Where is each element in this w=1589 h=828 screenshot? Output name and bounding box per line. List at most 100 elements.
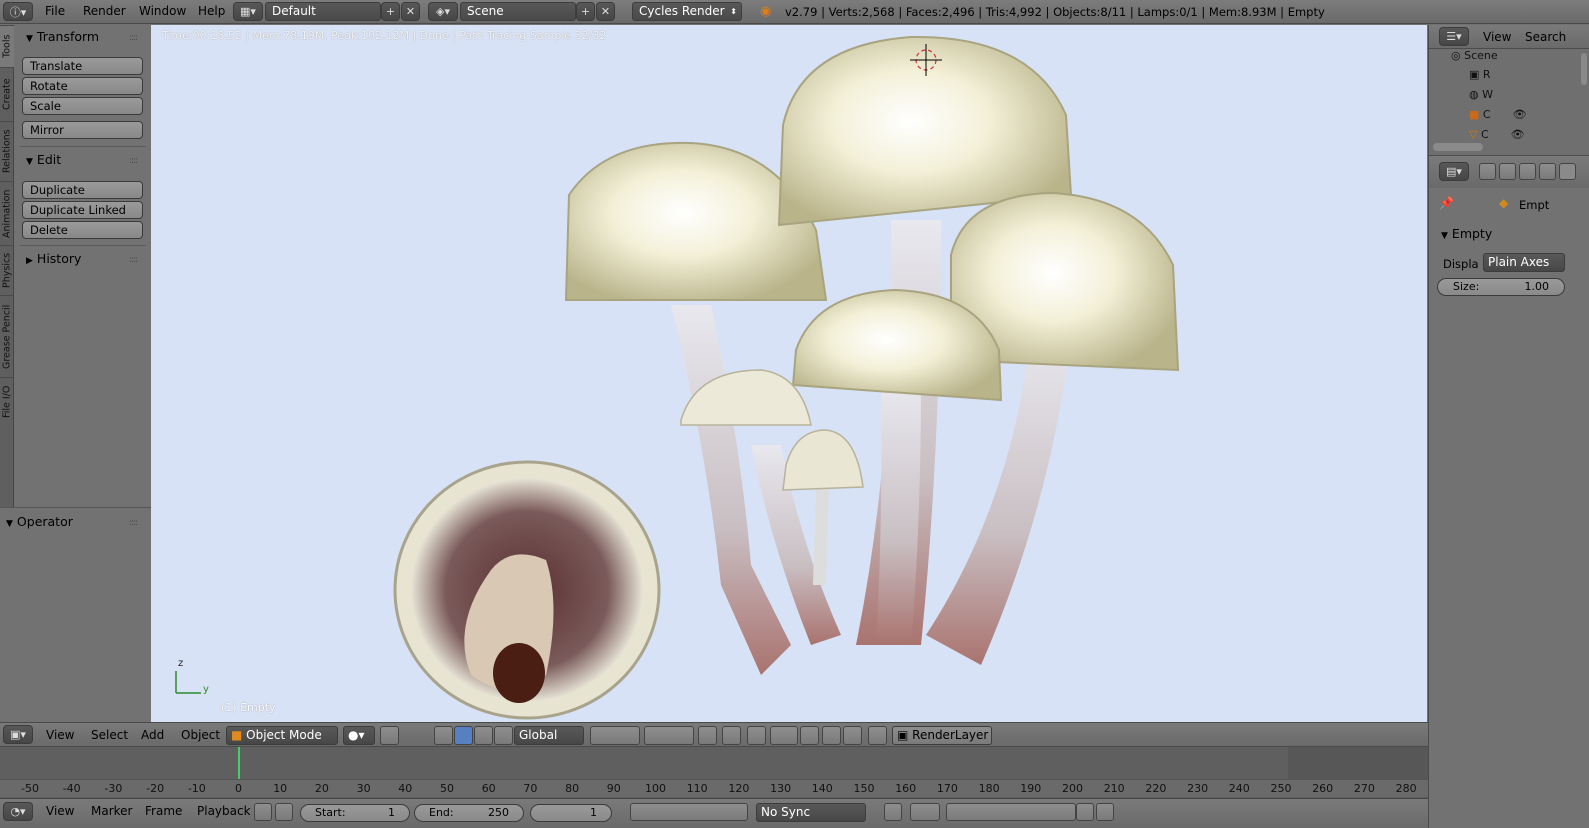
snap-element-icon[interactable] xyxy=(770,726,798,745)
outliner-hscrollbar[interactable] xyxy=(1433,143,1483,151)
outliner-editor-icon[interactable]: ☰▾ xyxy=(1439,27,1469,46)
insert-keyframe-icon[interactable] xyxy=(1076,803,1094,821)
drag-grip-icon[interactable]: :::: xyxy=(129,33,138,43)
tab-grease-pencil[interactable]: Grease Pencil xyxy=(0,295,14,377)
add-layout-icon[interactable]: + xyxy=(381,2,400,21)
drag-grip-icon[interactable]: :::: xyxy=(129,518,138,528)
translate-button[interactable]: Translate xyxy=(22,57,143,75)
menu-help[interactable]: Help xyxy=(198,4,225,18)
menu-render[interactable]: Render xyxy=(83,4,126,18)
outliner-row-cone[interactable]: ▽ C 👁 xyxy=(1469,128,1525,141)
menu-window[interactable]: Window xyxy=(139,4,186,18)
snap-toggle-icon[interactable] xyxy=(747,726,766,745)
lock-icon[interactable] xyxy=(275,803,293,821)
menu-view[interactable]: View xyxy=(46,804,74,818)
drag-grip-icon[interactable]: :::: xyxy=(129,156,138,166)
outliner-search-menu[interactable]: Search xyxy=(1525,30,1566,44)
snap-target-icon[interactable] xyxy=(800,726,819,745)
scene-field[interactable]: Scene xyxy=(460,2,576,21)
menu-marker[interactable]: Marker xyxy=(91,804,132,818)
screen-layout-icon[interactable]: ▦▾ xyxy=(233,2,263,21)
render-layer-dropdown[interactable]: ▣ RenderLayer xyxy=(892,726,992,745)
outliner-vscrollbar[interactable] xyxy=(1581,53,1587,85)
menu-file[interactable]: File xyxy=(45,4,65,18)
delete-scene-icon[interactable]: ✕ xyxy=(596,2,615,21)
data-tab-icon[interactable] xyxy=(1559,163,1576,180)
object-tab-icon[interactable] xyxy=(1539,163,1556,180)
delete-keyframe-icon[interactable] xyxy=(1096,803,1114,821)
scene-tab-icon[interactable] xyxy=(1499,163,1516,180)
tab-relations[interactable]: Relations xyxy=(0,121,14,181)
render-engine-dropdown[interactable]: Cycles Render ⬍ xyxy=(632,2,742,21)
shading-dropdown[interactable]: ●▾ xyxy=(343,726,375,745)
edit-panel-header[interactable]: ▼ Edit xyxy=(26,152,61,167)
empty-panel-header[interactable]: ▼ Empty xyxy=(1441,226,1492,241)
active-keying-set-field[interactable] xyxy=(946,803,1076,821)
duplicate-button[interactable]: Duplicate xyxy=(22,181,143,199)
opengl-render-icon[interactable] xyxy=(822,726,841,745)
outliner-row-world[interactable]: ◍ W xyxy=(1469,88,1493,101)
timeline-editor[interactable]: -50 -40 -30 -20 -10 0 10 20 30 40 50 60 70 80 90 100 110… xyxy=(0,747,1428,799)
record-icon[interactable] xyxy=(884,803,902,821)
pivot-icon[interactable] xyxy=(380,726,399,745)
menu-view[interactable]: View xyxy=(46,728,74,742)
3d-viewport[interactable]: z y Time:00:18.52 | Mem:78.19M, Peak:102… xyxy=(151,25,1427,722)
scene-icon[interactable]: ◈▾ xyxy=(428,2,458,21)
timeline-ruler[interactable]: -50 -40 -30 -20 -10 0 10 20 30 40 50 60 70 80 90 100 110… xyxy=(0,779,1428,797)
delete-button[interactable]: Delete xyxy=(22,221,143,239)
start-frame-field[interactable]: Start: 1 xyxy=(300,804,410,822)
opengl-anim-icon[interactable] xyxy=(843,726,862,745)
transform-panel-header[interactable]: ▼ Transform xyxy=(26,29,99,44)
preview-range-icon[interactable] xyxy=(254,803,272,821)
editor-type-3dview-icon[interactable]: ▣▾ xyxy=(3,725,33,744)
world-tab-icon[interactable] xyxy=(1519,163,1536,180)
pin-icon[interactable]: 📌 xyxy=(1439,196,1454,210)
layers-grid-icon[interactable] xyxy=(644,726,694,745)
add-scene-icon[interactable]: + xyxy=(576,2,595,21)
orientation-dropdown[interactable]: Global xyxy=(514,726,584,745)
tab-file-io[interactable]: File I/O xyxy=(0,377,14,425)
menu-frame[interactable]: Frame xyxy=(145,804,182,818)
rotate-manipulator-icon[interactable] xyxy=(474,726,493,745)
outliner-row-camera[interactable]: ■ C 👁 xyxy=(1469,108,1527,121)
mode-dropdown[interactable]: ■ Object Mode xyxy=(226,726,338,745)
size-field[interactable]: Size: 1.00 xyxy=(1437,278,1565,296)
visibility-eye-icon[interactable]: 👁 xyxy=(1513,108,1527,121)
menu-object[interactable]: Object xyxy=(181,728,220,742)
scale-button[interactable]: Scale xyxy=(22,97,143,115)
visibility-eye-icon[interactable]: 👁 xyxy=(1511,128,1525,141)
end-frame-field[interactable]: End: 250 xyxy=(414,804,524,822)
render-tab-icon[interactable] xyxy=(1479,163,1496,180)
screen-layout-field[interactable]: Default xyxy=(265,2,381,21)
duplicate-linked-button[interactable]: Duplicate Linked xyxy=(22,201,143,219)
history-panel-header[interactable]: ▶ History xyxy=(26,251,81,266)
render-border-icon[interactable] xyxy=(868,726,887,745)
keying-set-icon[interactable] xyxy=(910,803,940,821)
menu-playback[interactable]: Playback xyxy=(197,804,251,818)
delete-layout-icon[interactable]: ✕ xyxy=(401,2,420,21)
operator-panel-header[interactable]: ▼ Operator xyxy=(6,514,73,529)
tab-animation[interactable]: Animation xyxy=(0,181,14,245)
properties-editor-icon[interactable]: ▤▾ xyxy=(1439,162,1469,181)
translate-manipulator-icon[interactable] xyxy=(454,726,473,745)
drag-grip-icon[interactable]: :::: xyxy=(129,255,138,265)
lock-layers-icon[interactable] xyxy=(698,726,717,745)
menu-add[interactable]: Add xyxy=(141,728,164,742)
menu-select[interactable]: Select xyxy=(91,728,128,742)
playback-controls[interactable] xyxy=(630,803,748,821)
display-dropdown[interactable]: Plain Axes xyxy=(1483,253,1565,272)
tab-physics[interactable]: Physics xyxy=(0,245,14,295)
outliner-row-renderlayers[interactable]: ▣ R xyxy=(1469,68,1491,81)
outliner-view-menu[interactable]: View xyxy=(1483,30,1511,44)
layers-grid-icon[interactable] xyxy=(590,726,640,745)
mirror-button[interactable]: Mirror xyxy=(22,121,143,139)
current-frame-indicator[interactable] xyxy=(237,747,240,779)
rotate-button[interactable]: Rotate xyxy=(22,77,143,95)
sync-dropdown[interactable]: No Sync xyxy=(756,803,866,822)
outliner-row-scene[interactable]: ◎ Scene xyxy=(1451,49,1498,62)
current-frame-field[interactable]: 1 xyxy=(530,804,612,822)
tab-tools[interactable]: Tools xyxy=(0,25,14,67)
editor-type-timeline-icon[interactable]: ◔▾ xyxy=(3,802,33,821)
proportional-edit-icon[interactable] xyxy=(722,726,741,745)
tab-create[interactable]: Create xyxy=(0,67,14,121)
